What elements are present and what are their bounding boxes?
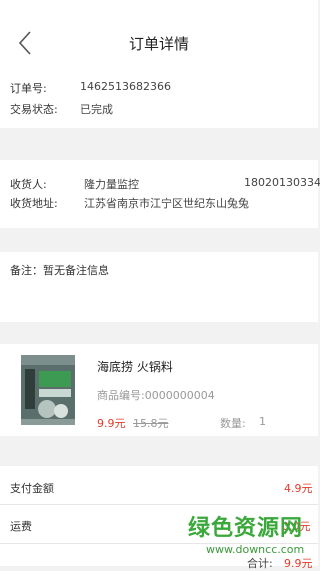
quantity-value: 1: [259, 415, 266, 428]
receiver-label: 收货人:: [10, 178, 47, 191]
order-info-card: 订单号: 1462513682366 交易状态: 已完成: [0, 64, 318, 128]
order-number: 1462513682366: [80, 80, 171, 93]
payment-divider: [0, 504, 318, 505]
order-status-label: 交易状态:: [10, 103, 58, 116]
page-title: 订单详情: [128, 35, 189, 53]
quantity-label: 数量:: [220, 417, 246, 430]
product-code: 商品编号:0000000004: [97, 389, 215, 402]
receiver-phone: 18020130334: [244, 176, 320, 189]
watermark-text: 绿色资源网: [188, 516, 304, 541]
paid-amount-label: 支付金额: [10, 482, 54, 495]
product-name[interactable]: 海底捞 火锅料: [97, 358, 173, 375]
watermark-logo: 绿色资源网 www.downcc.com: [176, 510, 318, 566]
address-label: 收货地址:: [10, 197, 58, 210]
receiver-name: 隆力量监控: [84, 178, 139, 191]
product-price: 9.9元: [97, 417, 126, 430]
shipping-fee-label: 运费: [10, 520, 32, 533]
order-status: 已完成: [80, 103, 113, 116]
shipping-card: 收货人: 隆力量监控 18020130334 收货地址: 江苏省南京市江宁区世纪…: [0, 160, 320, 228]
paid-amount: 4.9元: [284, 482, 313, 495]
order-number-label: 订单号:: [10, 82, 47, 95]
remark-card: 备注：暂无备注信息: [0, 252, 318, 322]
product-package-image: [21, 355, 75, 425]
watermark-url: www.downcc.com: [206, 543, 305, 556]
product-original-price: 15.8元: [133, 417, 169, 430]
remark-text: 备注：暂无备注信息: [10, 264, 109, 277]
address: 江苏省南京市江宁区世纪东山兔兔: [84, 197, 249, 210]
product-image: [19, 351, 77, 427]
